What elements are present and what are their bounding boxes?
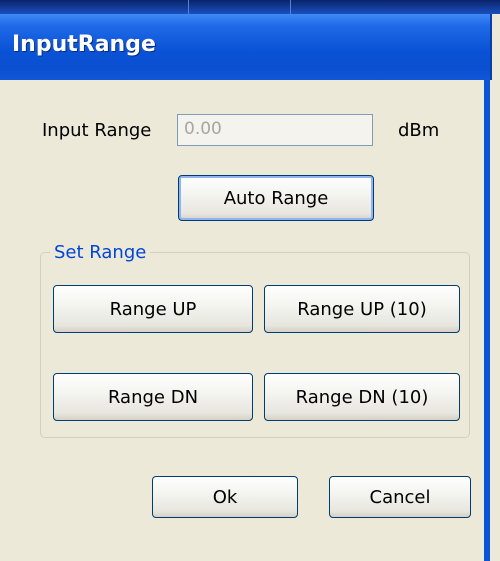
strip-divider (188, 0, 189, 14)
auto-range-button[interactable]: Auto Range (178, 175, 374, 221)
range-dn-button[interactable]: Range DN (53, 373, 253, 421)
range-dn-10-button[interactable]: Range DN (10) (264, 373, 460, 421)
window-title: InputRange (12, 32, 156, 57)
unit-label: dBm (398, 120, 440, 141)
parent-window-strip (0, 0, 500, 14)
ok-button[interactable]: Ok (152, 476, 298, 518)
range-up-10-button[interactable]: Range UP (10) (264, 285, 460, 333)
set-range-group-label: Set Range (50, 242, 151, 263)
cancel-button[interactable]: Cancel (329, 476, 471, 518)
strip-divider (290, 0, 291, 14)
title-bar[interactable]: InputRange (0, 14, 492, 80)
input-range-field: 0.00 (177, 114, 373, 146)
range-up-button[interactable]: Range UP (53, 285, 253, 333)
input-range-label: Input Range (42, 120, 152, 141)
